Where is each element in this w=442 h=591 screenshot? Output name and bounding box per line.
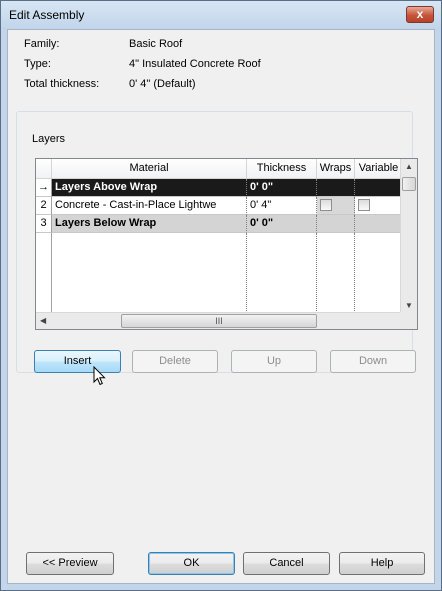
wraps-cell [317, 215, 355, 233]
thickness-cell[interactable]: 0' 0" [247, 215, 317, 233]
title-bar[interactable]: Edit Assembly x [1, 1, 441, 29]
variable-cell[interactable] [355, 197, 403, 215]
row-number[interactable]: 2 [36, 197, 52, 215]
delete-button[interactable]: Delete [132, 350, 218, 373]
thickness-cell[interactable]: 0' 0" [247, 179, 317, 197]
preview-button[interactable]: << Preview [26, 552, 114, 575]
family-label: Family: [24, 38, 60, 50]
close-icon: x [416, 7, 424, 21]
column-header-material[interactable]: Material [52, 159, 247, 179]
total-thickness-value: 0' 4" (Default) [129, 78, 196, 90]
wraps-cell [317, 179, 355, 197]
row-header-corner [36, 159, 52, 179]
close-button[interactable]: x [406, 6, 434, 23]
column-header-thickness[interactable]: Thickness [247, 159, 317, 179]
type-value: 4" Insulated Concrete Roof [129, 58, 261, 70]
vertical-scrollbar[interactable]: ▲ ▼ [400, 159, 417, 313]
row-number[interactable]: 3 [36, 215, 52, 233]
material-cell[interactable]: Concrete - Cast-in-Place Lightwe [52, 197, 247, 215]
total-thickness-label: Total thickness: [24, 78, 100, 90]
layers-table: Material Thickness Wraps Variable → Laye… [35, 158, 418, 330]
layers-group-title: Layers [29, 133, 69, 145]
variable-checkbox[interactable] [358, 199, 370, 211]
thickness-cell[interactable]: 0' 4" [247, 197, 317, 215]
material-cell[interactable]: Layers Above Wrap [52, 179, 247, 197]
variable-cell [355, 179, 403, 197]
horizontal-scroll-thumb[interactable]: III [121, 314, 317, 328]
scroll-corner [400, 312, 417, 329]
row-pointer-icon[interactable]: → [36, 179, 52, 197]
horizontal-scrollbar[interactable]: ◀ III ▶ [36, 312, 417, 329]
ok-button[interactable]: OK [148, 552, 235, 575]
scroll-up-arrow-icon[interactable]: ▲ [405, 162, 413, 171]
column-header-wraps[interactable]: Wraps [317, 159, 355, 179]
insert-button[interactable]: Insert [34, 350, 121, 373]
dialog-title: Edit Assembly [9, 8, 85, 22]
vertical-scroll-thumb[interactable] [402, 177, 416, 191]
scroll-down-arrow-icon[interactable]: ▼ [405, 301, 413, 310]
family-value: Basic Roof [129, 38, 183, 50]
material-cell[interactable]: Layers Below Wrap [52, 215, 247, 233]
scroll-grip-icon: III [215, 316, 223, 326]
variable-cell [355, 215, 403, 233]
type-label: Type: [24, 58, 51, 70]
wraps-cell[interactable] [317, 197, 355, 215]
mouse-cursor-icon [93, 366, 106, 386]
wraps-checkbox[interactable] [320, 199, 332, 211]
empty-rows-area [36, 233, 402, 313]
column-header-variable[interactable]: Variable [355, 159, 403, 179]
down-button[interactable]: Down [330, 350, 416, 373]
cancel-button[interactable]: Cancel [243, 552, 330, 575]
help-button[interactable]: Help [339, 552, 425, 575]
scroll-left-arrow-icon[interactable]: ◀ [40, 316, 46, 325]
up-button[interactable]: Up [231, 350, 317, 373]
